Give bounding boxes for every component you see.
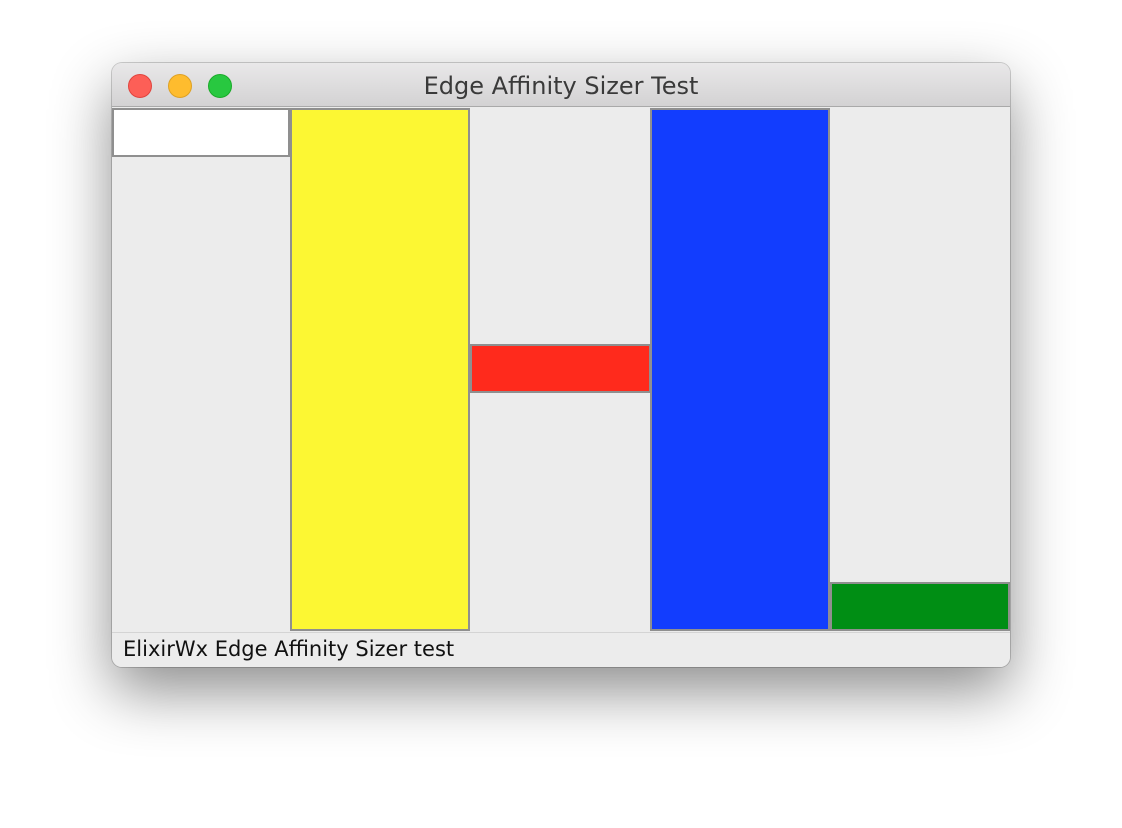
yellow-panel xyxy=(290,108,470,631)
blue-panel xyxy=(650,108,830,631)
red-panel xyxy=(470,344,651,393)
status-text: ElixirWx Edge Affinity Sizer test xyxy=(123,637,455,661)
title-bar[interactable]: Edge Affinity Sizer Test xyxy=(112,63,1010,107)
white-panel xyxy=(112,108,290,157)
sizer-area xyxy=(112,107,1010,632)
status-bar: ElixirWx Edge Affinity Sizer test xyxy=(112,632,1010,667)
green-panel xyxy=(830,582,1010,631)
app-window: Edge Affinity Sizer Test ElixirWx Edge A… xyxy=(112,63,1010,667)
window-title: Edge Affinity Sizer Test xyxy=(423,72,699,100)
